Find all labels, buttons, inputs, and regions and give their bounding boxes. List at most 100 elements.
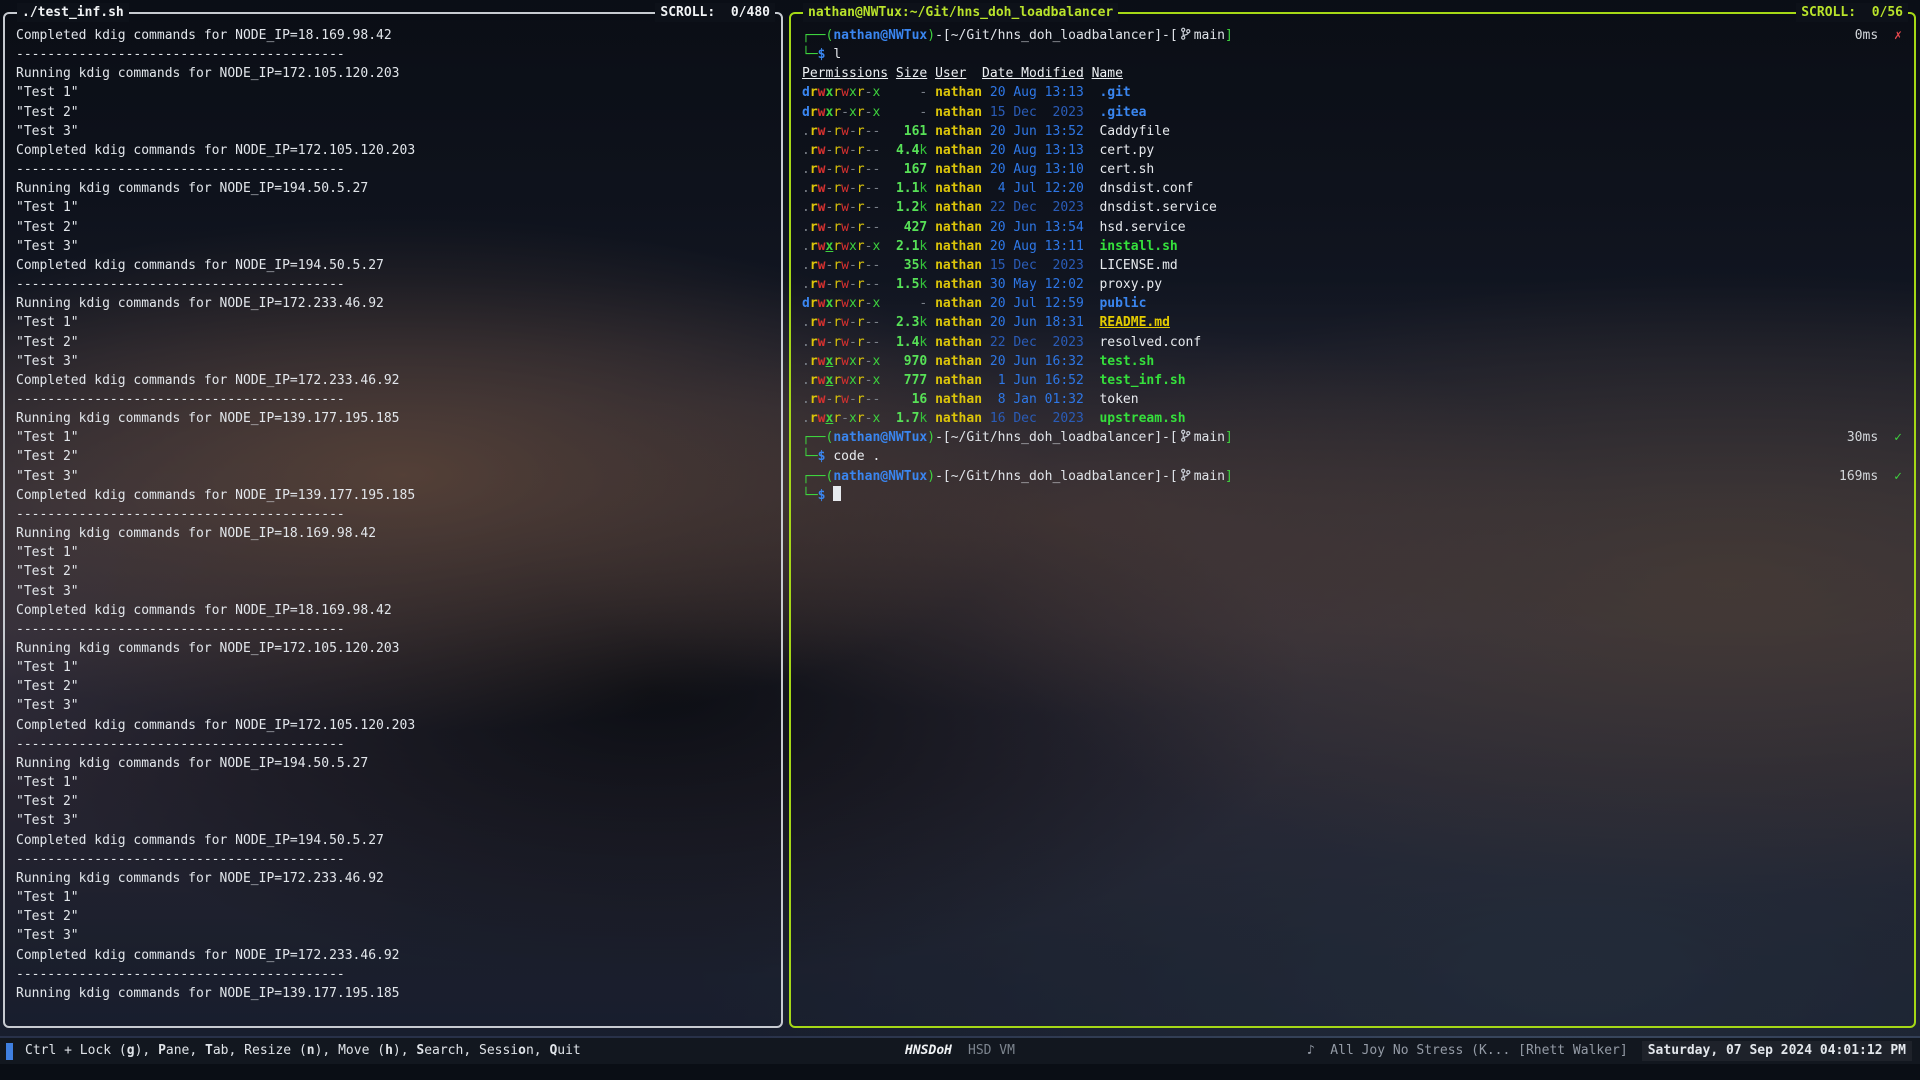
text-span: ~/Git/hns_doh_loadbalancer xyxy=(951,430,1155,445)
file-row: drwxr-xr-x - nathan 15 Dec 2023 .gitea xyxy=(802,103,1914,122)
text-span: r xyxy=(810,258,818,273)
text-span xyxy=(927,220,935,235)
text-span: r xyxy=(857,220,865,235)
hint-text: earch, Sessi xyxy=(424,1043,518,1058)
hint-text: ane, xyxy=(166,1043,205,1058)
text-span: 4 Jul 12:20 xyxy=(990,181,1084,196)
text-span: 4.4 xyxy=(896,143,919,158)
text-span: ] xyxy=(1225,469,1233,484)
text-span: nathan xyxy=(935,315,982,330)
file-name: LICENSE.md xyxy=(1099,258,1177,273)
hint-text: ), Move ( xyxy=(315,1043,385,1058)
text-span: w xyxy=(841,162,849,177)
text-span xyxy=(880,277,896,292)
text-span: r xyxy=(810,277,818,292)
text-span: nathan xyxy=(935,296,982,311)
shell-input-line[interactable]: └─$ xyxy=(802,486,1914,505)
text-span xyxy=(982,373,990,388)
text-span: r xyxy=(857,296,865,311)
text-span: ) xyxy=(927,28,935,43)
text-span xyxy=(927,105,935,120)
text-span: nathan xyxy=(935,105,982,120)
text-span: 2.3 xyxy=(896,315,919,330)
right-pane[interactable]: nathan@NWTux:~/Git/hns_doh_loadbalancer … xyxy=(789,12,1916,1028)
terminal-line: Running kdig commands for NODE_IP=194.50… xyxy=(16,179,781,198)
hint-text: ), xyxy=(135,1043,158,1058)
text-span xyxy=(927,258,935,273)
text-span: r xyxy=(810,181,818,196)
text-span: 15 Dec 2023 xyxy=(990,105,1084,120)
now-playing-text: All Joy No Stress (K... [Rhett Walker] xyxy=(1330,1043,1627,1058)
text-span: w xyxy=(841,373,849,388)
text-span: w xyxy=(841,277,849,292)
text-cursor xyxy=(833,486,841,501)
hotkey-letter: n xyxy=(307,1043,315,1058)
hint-text: Ctrl + Lock ( xyxy=(25,1043,127,1058)
mode-indicator xyxy=(6,1043,13,1060)
session-name: HNSDoH xyxy=(905,1041,952,1060)
text-span: . xyxy=(802,315,810,330)
text-span: r xyxy=(833,181,841,196)
hint-text: n, xyxy=(526,1043,549,1058)
text-span: 20 Jun 13:52 xyxy=(990,124,1084,139)
text-span: r xyxy=(833,335,841,350)
hotkey-letter: g xyxy=(127,1043,135,1058)
left-terminal-output[interactable]: Completed kdig commands for NODE_IP=18.1… xyxy=(5,14,781,1026)
text-span xyxy=(982,162,990,177)
text-span: └─ xyxy=(802,449,818,464)
text-span: . xyxy=(802,373,810,388)
music-note-icon: ♪ xyxy=(1307,1043,1315,1058)
text-span: 20 Jun 13:54 xyxy=(990,220,1084,235)
file-row: .rwxrwxr-x 2.1k nathan 20 Aug 13:11 inst… xyxy=(802,237,1914,256)
text-span: ]-[ xyxy=(1154,430,1177,445)
text-span xyxy=(880,143,896,158)
hotkey-letter: T xyxy=(205,1043,213,1058)
screen-footer xyxy=(0,1064,1920,1080)
terminal-line: "Test 2" xyxy=(16,447,781,466)
text-span: . xyxy=(802,258,810,273)
text-span: r xyxy=(810,220,818,235)
text-span: 30 May 12:02 xyxy=(990,277,1084,292)
text-span xyxy=(927,143,935,158)
text-span: Permissions xyxy=(802,66,888,81)
text-span xyxy=(1084,335,1100,350)
text-span: ┌──( xyxy=(802,469,833,484)
prompt-line: ┌──(nathan@NWTux)-[~/Git/hns_doh_loadbal… xyxy=(802,26,1914,45)
text-span: r xyxy=(857,162,865,177)
terminal-line: "Test 2" xyxy=(16,562,781,581)
clock: Saturday, 07 Sep 2024 04:01:12 PM xyxy=(1642,1041,1912,1060)
text-span xyxy=(927,373,935,388)
text-span xyxy=(888,66,896,81)
success-check-icon: ✓ xyxy=(1894,467,1902,486)
text-span: -[ xyxy=(935,28,951,43)
text-span: w xyxy=(841,220,849,235)
text-span: r xyxy=(857,277,865,292)
terminal-line: "Test 1" xyxy=(16,198,781,217)
text-span: w xyxy=(841,296,849,311)
text-span: 20 Aug 13:11 xyxy=(990,239,1084,254)
now-playing: ♪ All Joy No Stress (K... [Rhett Walker] xyxy=(1307,1041,1628,1060)
text-span: 22 Dec 2023 xyxy=(990,335,1084,350)
right-terminal-output[interactable]: ┌──(nathan@NWTux)-[~/Git/hns_doh_loadbal… xyxy=(791,14,1914,1026)
text-span: d xyxy=(802,296,810,311)
left-pane[interactable]: ./test_inf.sh SCROLL: 0/480 Completed kd… xyxy=(3,12,783,1028)
terminal-line: "Test 1" xyxy=(16,773,781,792)
prompt: ┌──(nathan@NWTux)-[~/Git/hns_doh_loadbal… xyxy=(802,428,1233,447)
text-span xyxy=(1084,239,1100,254)
terminal-line: ----------------------------------------… xyxy=(16,45,781,64)
text-span xyxy=(982,105,990,120)
text-span: nathan xyxy=(935,373,982,388)
text-span: └─ xyxy=(802,47,818,62)
text-span: 1.5 xyxy=(896,277,919,292)
terminal-line: ----------------------------------------… xyxy=(16,275,781,294)
terminal-line: Running kdig commands for NODE_IP=139.17… xyxy=(16,984,781,1003)
text-span: r xyxy=(810,162,818,177)
file-name: test_inf.sh xyxy=(1099,373,1185,388)
text-span: r xyxy=(810,392,818,407)
text-span xyxy=(927,239,935,254)
text-span: r xyxy=(810,354,818,369)
text-span: r xyxy=(810,239,818,254)
text-span: nathan xyxy=(935,220,982,235)
text-span: . xyxy=(802,411,810,426)
text-span: . xyxy=(802,239,810,254)
